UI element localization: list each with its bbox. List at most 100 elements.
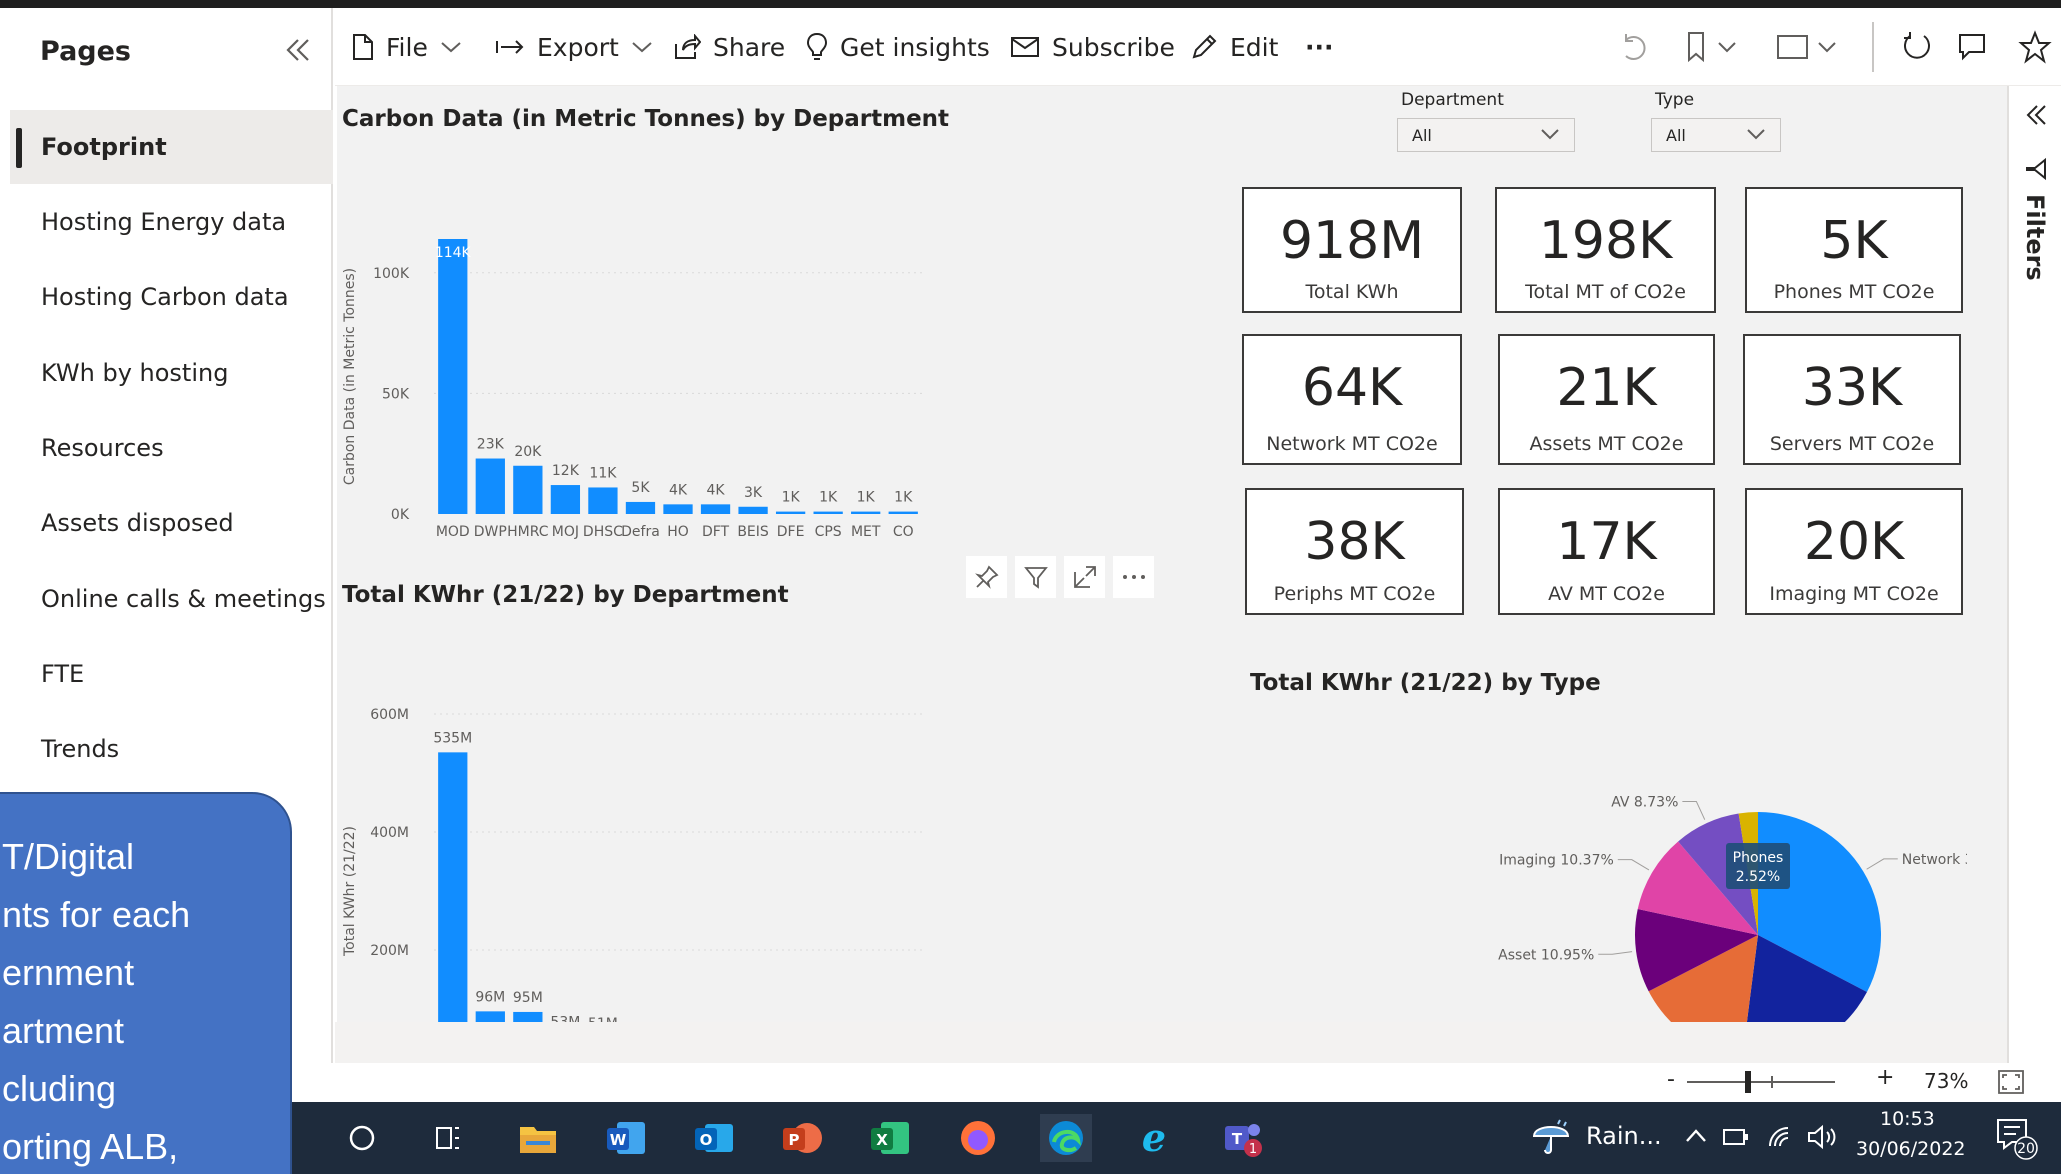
tooltip-value: 2.52% — [1736, 869, 1780, 885]
x-tick-label: BEIS — [737, 524, 769, 540]
teams-icon[interactable]: T1 — [1216, 1114, 1268, 1162]
focus-mode-button[interactable] — [1064, 556, 1105, 598]
leader-line — [1682, 801, 1706, 820]
pencil-icon — [1192, 34, 1217, 59]
edit-button[interactable]: Edit — [1190, 26, 1278, 68]
pin-visual-button[interactable] — [966, 556, 1007, 598]
data-label: 11K — [589, 465, 617, 481]
powerpoint-icon[interactable]: P — [776, 1114, 828, 1162]
collapse-pages-icon[interactable] — [280, 32, 316, 68]
page-item-trends[interactable]: Trends — [10, 712, 333, 786]
page-item-hosting-carbon[interactable]: Hosting Carbon data — [10, 260, 333, 334]
file-menu[interactable]: File — [352, 26, 462, 68]
page-item-resources[interactable]: Resources — [10, 411, 333, 485]
page-item-online-calls[interactable]: Online calls & meetings — [10, 562, 333, 636]
get-insights-button[interactable]: Get insights — [806, 26, 990, 68]
bookmark-icon[interactable] — [1685, 30, 1745, 64]
zoom-out-button[interactable]: - — [1667, 1067, 1675, 1092]
bar[interactable] — [663, 504, 693, 514]
card-periphs-co2e[interactable]: 38K Periphs MT CO2e — [1245, 488, 1464, 615]
y-tick-label: 0K — [391, 507, 410, 523]
file-explorer-icon[interactable] — [512, 1114, 564, 1162]
chevron-down-icon — [441, 42, 461, 53]
x-tick-label: MOD — [436, 524, 470, 540]
page-item-fte[interactable]: FTE — [10, 637, 333, 711]
bar[interactable] — [738, 506, 768, 514]
kwh-chart-title: Total KWhr (21/22) by Department — [342, 582, 789, 608]
report-canvas: Carbon Data (in Metric Tonnes) by Depart… — [337, 86, 2007, 1094]
bar[interactable] — [851, 511, 881, 514]
battery-network-icon[interactable] — [1722, 1124, 1752, 1150]
expand-icon — [1073, 566, 1096, 588]
leader-line — [1617, 859, 1650, 871]
page-item-footprint[interactable]: Footprint — [10, 110, 333, 184]
edge-icon[interactable] — [1040, 1114, 1092, 1162]
visual-more-options-button[interactable] — [1113, 556, 1154, 598]
speaker-icon[interactable] — [1806, 1124, 1838, 1150]
internet-explorer-icon[interactable]: e — [1128, 1114, 1180, 1162]
card-av-co2e[interactable]: 17K AV MT CO2e — [1498, 488, 1715, 615]
zoom-level[interactable]: 73% — [1924, 1069, 1968, 1093]
filter-visual-button[interactable] — [1015, 556, 1056, 598]
zoom-slider-track[interactable] — [1687, 1081, 1835, 1083]
filters-label[interactable]: Filters — [2021, 194, 2049, 281]
word-icon[interactable]: W — [600, 1114, 652, 1162]
outlook-icon[interactable]: O — [688, 1114, 740, 1162]
bar[interactable] — [888, 511, 918, 514]
comment-icon[interactable] — [1957, 32, 1987, 62]
card-assets-co2e[interactable]: 21K Assets MT CO2e — [1498, 334, 1715, 465]
page-item-kwh-by-hosting[interactable]: KWh by hosting — [10, 336, 333, 410]
type-slicer-dropdown[interactable]: All — [1651, 118, 1781, 152]
bar[interactable] — [438, 752, 468, 1068]
export-icon — [496, 40, 524, 54]
card-phones-co2e[interactable]: 5K Phones MT CO2e — [1745, 187, 1963, 313]
bar[interactable] — [588, 487, 618, 514]
view-icon[interactable] — [1775, 30, 1845, 64]
y-axis-title: Carbon Data (in Metric Tonnes) — [342, 268, 358, 485]
search-circle-icon[interactable] — [348, 1124, 376, 1152]
weather-text[interactable]: Rain... — [1586, 1122, 1662, 1150]
weather-umbrella-icon[interactable] — [1530, 1116, 1572, 1158]
bar[interactable] — [625, 501, 656, 514]
bar[interactable] — [438, 239, 468, 514]
firefox-icon[interactable] — [952, 1114, 1004, 1162]
mail-icon — [1011, 37, 1039, 57]
page-item-assets-disposed[interactable]: Assets disposed — [10, 486, 333, 560]
data-label: 23K — [477, 437, 505, 453]
page-item-hosting-energy[interactable]: Hosting Energy data — [10, 185, 333, 259]
expand-filters-icon[interactable] — [2023, 102, 2049, 128]
excel-icon[interactable]: X — [864, 1114, 916, 1162]
data-label: 1K — [857, 490, 876, 506]
clock-time[interactable]: 10:53 — [1880, 1108, 1935, 1130]
notifications-icon[interactable]: 20 — [1994, 1116, 2040, 1162]
card-total-kwh[interactable]: 918M Total KWh — [1242, 187, 1462, 313]
show-hidden-icons-chevron[interactable] — [1684, 1126, 1708, 1146]
refresh-icon[interactable] — [1900, 30, 1934, 64]
bar[interactable] — [550, 485, 581, 514]
bar[interactable] — [775, 511, 806, 514]
card-network-co2e[interactable]: 64K Network MT CO2e — [1242, 334, 1462, 465]
share-button[interactable]: Share — [673, 26, 785, 68]
bar[interactable] — [513, 465, 543, 514]
card-imaging-co2e[interactable]: 20K Imaging MT CO2e — [1745, 488, 1963, 615]
subscribe-button[interactable]: Subscribe — [1010, 26, 1175, 68]
favorite-star-icon[interactable] — [2018, 30, 2052, 64]
undo-icon[interactable] — [1618, 30, 1652, 64]
zoom-slider-thumb[interactable] — [1745, 1071, 1752, 1093]
bar[interactable] — [813, 511, 843, 514]
x-tick-label: CPS — [815, 524, 842, 540]
card-servers-co2e[interactable]: 33K Servers MT CO2e — [1743, 334, 1961, 465]
card-total-co2e[interactable]: 198K Total MT of CO2e — [1495, 187, 1716, 313]
export-menu[interactable]: Export — [495, 26, 653, 68]
wifi-icon[interactable] — [1766, 1124, 1796, 1150]
bar[interactable] — [700, 504, 731, 514]
clock-date[interactable]: 30/06/2022 — [1856, 1138, 1966, 1160]
bar[interactable] — [475, 458, 505, 514]
zoom-in-button[interactable]: + — [1876, 1065, 1894, 1090]
more-options-button[interactable]: ··· — [1305, 26, 1334, 68]
department-slicer-dropdown[interactable]: All — [1397, 118, 1575, 152]
windows-taskbar: W O P X e T1 Rain... 10:53 30/06/2022 20 — [0, 1102, 2061, 1174]
task-view-icon[interactable] — [434, 1124, 462, 1152]
svg-text:W: W — [610, 1131, 627, 1149]
fit-to-page-icon[interactable] — [1997, 1069, 2025, 1095]
